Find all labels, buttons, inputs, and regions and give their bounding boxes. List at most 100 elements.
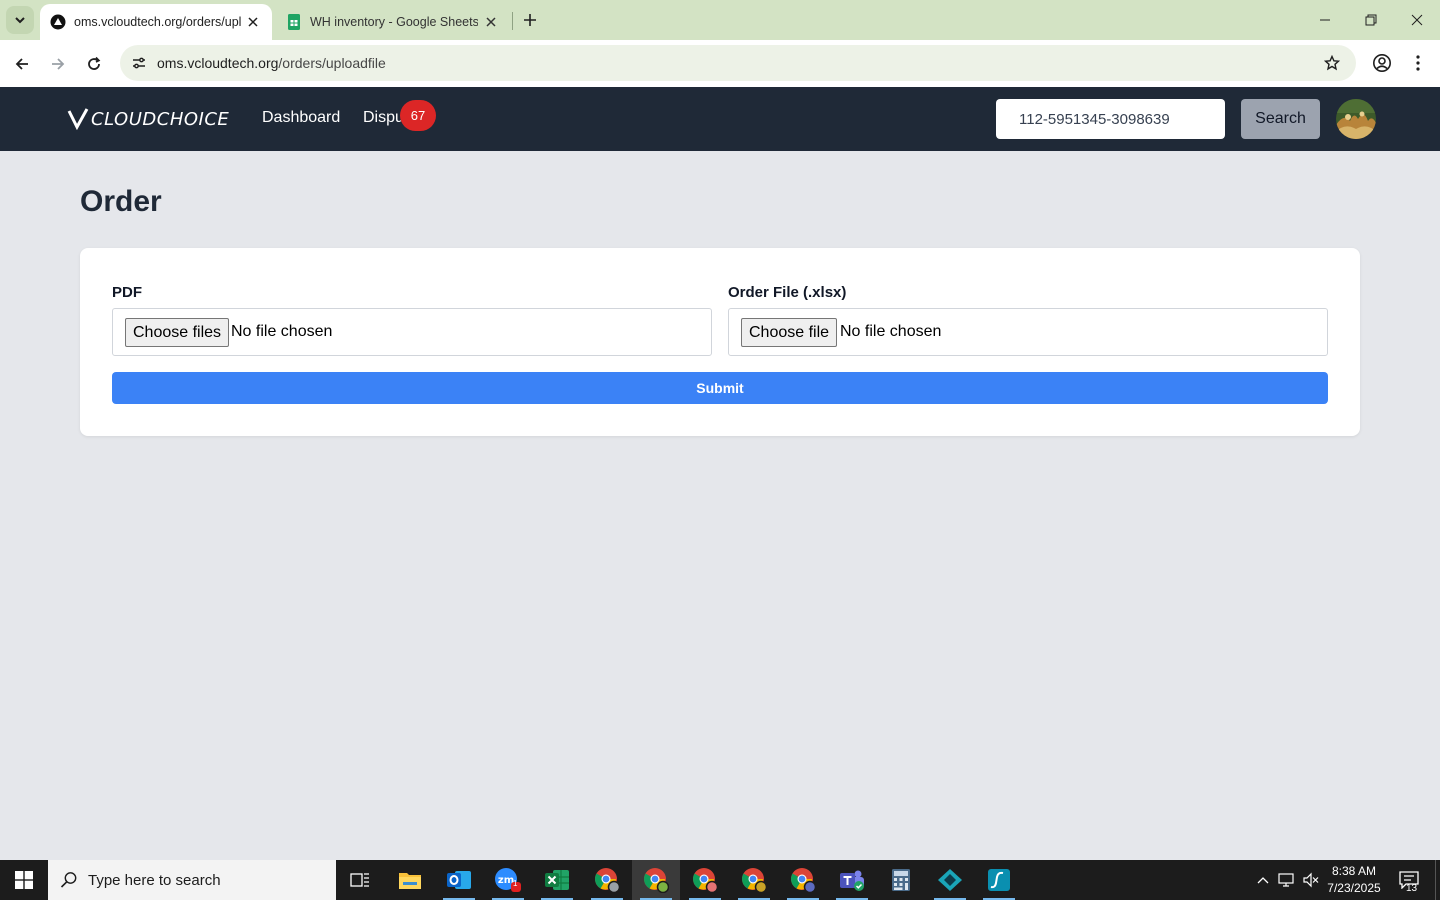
chrome-icon xyxy=(693,868,718,893)
profile-button[interactable] xyxy=(1370,51,1394,75)
forward-button[interactable] xyxy=(44,50,72,78)
network-button[interactable] xyxy=(1276,860,1298,900)
tab-separator xyxy=(512,12,513,30)
browser-menu-button[interactable] xyxy=(1408,51,1428,75)
close-icon[interactable] xyxy=(244,13,262,31)
notification-center-button[interactable] xyxy=(1392,860,1426,900)
pdf-file-input[interactable]: Choose files No file chosen xyxy=(112,308,712,356)
page-title: Order xyxy=(80,185,162,218)
search-icon xyxy=(60,872,77,888)
taskbar-teams[interactable] xyxy=(828,860,876,900)
bookmark-star-icon[interactable] xyxy=(1322,53,1342,73)
tab-search-button[interactable] xyxy=(6,6,34,34)
submit-button[interactable]: Submit xyxy=(112,372,1328,404)
chrome-icon xyxy=(742,868,767,893)
taskbar-chrome-4[interactable] xyxy=(730,860,778,900)
taskbar-search-box[interactable]: Type here to search xyxy=(48,860,336,900)
restore-button[interactable] xyxy=(1348,0,1394,40)
more-vert-icon xyxy=(1416,55,1420,71)
reload-button[interactable] xyxy=(80,50,108,78)
chrome-icon xyxy=(595,868,620,893)
taskbar-file-explorer[interactable] xyxy=(386,860,434,900)
user-avatar[interactable] xyxy=(1336,99,1376,139)
excel-icon xyxy=(545,870,569,890)
close-icon[interactable] xyxy=(482,13,500,31)
order-file-label: Order File (.xlsx) xyxy=(728,284,847,301)
tab-google-sheets[interactable]: WH inventory - Google Sheets xyxy=(276,4,510,40)
window-close-button[interactable] xyxy=(1394,0,1440,40)
pdf-file-status: No file chosen xyxy=(231,323,333,340)
plus-icon xyxy=(524,14,536,26)
taskbar-chrome-1[interactable] xyxy=(583,860,631,900)
start-button[interactable] xyxy=(0,860,48,900)
reload-icon xyxy=(88,56,101,70)
site-info-icon[interactable] xyxy=(126,50,152,76)
volume-button[interactable] xyxy=(1300,860,1322,900)
task-view-button[interactable] xyxy=(336,860,384,900)
taskbar-zoom[interactable]: zm 1 xyxy=(484,860,532,900)
browser-tabstrip: oms.vcloudtech.org/orders/upl WH invento… xyxy=(0,0,1440,40)
taskbar-chrome-5[interactable] xyxy=(779,860,827,900)
order-search-input[interactable] xyxy=(996,99,1225,139)
taskbar-vpn-app[interactable] xyxy=(926,860,974,900)
nav-link-dashboard[interactable]: Dashboard xyxy=(262,109,340,127)
outlook-icon xyxy=(447,871,471,889)
chrome-icon xyxy=(791,868,816,893)
show-desktop-button[interactable] xyxy=(1435,860,1440,900)
script-app-icon xyxy=(988,869,1010,891)
zoom-icon: zm xyxy=(495,868,521,892)
clock-time: 8:38 AM xyxy=(1331,864,1377,878)
windows-taskbar: Type here to search zm 1 8:38 AM 7/23/20… xyxy=(0,860,1440,900)
taskbar-chrome-3[interactable] xyxy=(681,860,729,900)
back-button[interactable] xyxy=(8,50,36,78)
minimize-button[interactable] xyxy=(1302,0,1348,40)
logo-text: CLOUDCHOICE xyxy=(91,108,230,130)
site-favicon-icon xyxy=(50,14,66,30)
arrow-right-icon xyxy=(52,58,65,70)
order-file-input[interactable]: Choose file No file chosen xyxy=(728,308,1328,356)
search-button[interactable]: Search xyxy=(1241,99,1320,139)
url-path: /orders/uploadfile xyxy=(278,55,386,71)
chevron-down-icon xyxy=(15,17,25,24)
disputes-count-badge: 67 xyxy=(400,100,436,131)
avatar-image-icon xyxy=(1336,99,1376,139)
network-icon xyxy=(1278,873,1294,887)
url-text: oms.vcloudtech.org/orders/uploadfile xyxy=(157,55,386,71)
app-navbar: CLOUDCHOICE Dashboard Dispu 67 Search xyxy=(0,87,1440,151)
tab-title: WH inventory - Google Sheets xyxy=(310,15,478,29)
teams-icon xyxy=(840,870,864,891)
taskbar-outlook[interactable] xyxy=(435,860,483,900)
diamond-app-icon xyxy=(938,869,962,891)
choose-order-file-button[interactable]: Choose file xyxy=(741,318,838,347)
nav-link-disputes[interactable]: Dispu xyxy=(363,109,405,127)
address-bar[interactable]: oms.vcloudtech.org/orders/uploadfile xyxy=(120,45,1356,81)
taskbar-sublime-app[interactable] xyxy=(975,860,1023,900)
logo-v-icon xyxy=(67,108,89,130)
account-circle-icon xyxy=(1373,54,1391,72)
chrome-icon xyxy=(644,868,669,893)
taskbar-clock[interactable]: 8:38 AM 7/23/2025 xyxy=(1322,863,1386,897)
calculator-icon xyxy=(892,869,910,891)
close-icon xyxy=(1411,14,1423,26)
taskbar-excel[interactable] xyxy=(533,860,581,900)
choose-pdf-files-button[interactable]: Choose files xyxy=(125,318,230,347)
browser-toolbar: oms.vcloudtech.org/orders/uploadfile xyxy=(0,40,1440,87)
minimize-icon xyxy=(1320,19,1330,21)
taskbar-search-placeholder: Type here to search xyxy=(88,871,221,889)
show-hidden-icons-button[interactable] xyxy=(1252,860,1274,900)
chevron-up-icon xyxy=(1257,877,1269,884)
folder-icon xyxy=(399,873,421,889)
pdf-label: PDF xyxy=(112,284,142,301)
new-tab-button[interactable] xyxy=(518,8,542,32)
cloudchoice-logo[interactable]: CLOUDCHOICE xyxy=(67,107,229,131)
sheets-favicon-icon xyxy=(288,14,300,30)
task-view-icon xyxy=(350,873,369,887)
taskbar-calculator[interactable] xyxy=(877,860,925,900)
notification-count-badge: 13 xyxy=(1406,883,1418,894)
tab-oms[interactable]: oms.vcloudtech.org/orders/upl xyxy=(40,4,272,40)
url-host: oms.vcloudtech.org xyxy=(157,55,279,71)
windows-logo-icon xyxy=(15,871,33,889)
arrow-left-icon xyxy=(15,58,28,70)
taskbar-chrome-2[interactable] xyxy=(632,860,680,900)
tab-title: oms.vcloudtech.org/orders/upl xyxy=(74,15,242,29)
